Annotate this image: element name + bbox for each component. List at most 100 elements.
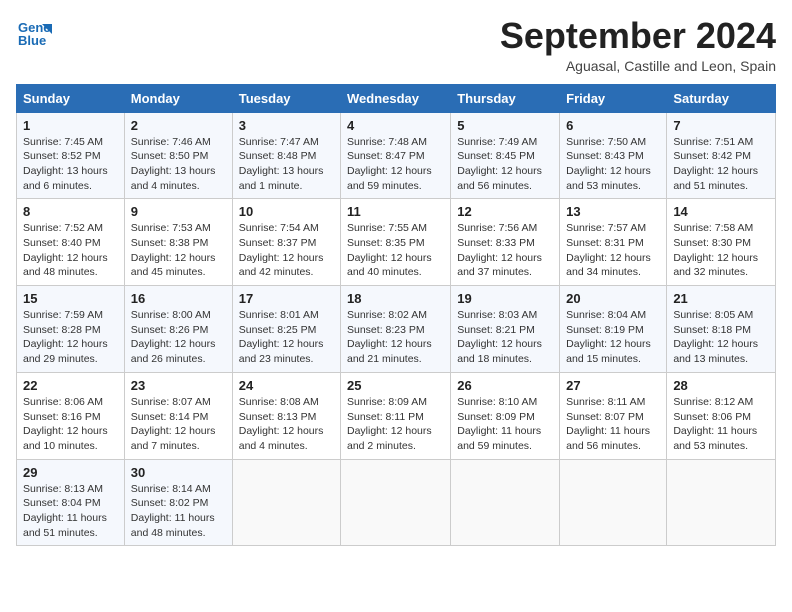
calendar-week-row: 8 Sunrise: 7:52 AMSunset: 8:40 PMDaylight…	[17, 199, 776, 286]
cell-details: Sunrise: 8:11 AMSunset: 8:07 PMDaylight:…	[566, 395, 660, 454]
cell-details: Sunrise: 7:53 AMSunset: 8:38 PMDaylight:…	[131, 221, 226, 280]
location-subtitle: Aguasal, Castille and Leon, Spain	[500, 58, 776, 74]
day-number: 3	[239, 118, 334, 133]
col-header-wednesday: Wednesday	[341, 84, 451, 112]
day-number: 29	[23, 465, 118, 480]
cell-details: Sunrise: 8:05 AMSunset: 8:18 PMDaylight:…	[673, 308, 769, 367]
cell-details: Sunrise: 7:51 AMSunset: 8:42 PMDaylight:…	[673, 135, 769, 194]
day-number: 28	[673, 378, 769, 393]
day-number: 25	[347, 378, 444, 393]
cell-details: Sunrise: 7:59 AMSunset: 8:28 PMDaylight:…	[23, 308, 118, 367]
day-number: 30	[131, 465, 226, 480]
calendar-cell	[232, 459, 340, 546]
cell-details: Sunrise: 7:46 AMSunset: 8:50 PMDaylight:…	[131, 135, 226, 194]
col-header-thursday: Thursday	[451, 84, 560, 112]
calendar-cell: 1 Sunrise: 7:45 AMSunset: 8:52 PMDaylight…	[17, 112, 125, 199]
calendar-cell: 5Sunrise: 7:49 AMSunset: 8:45 PMDaylight…	[451, 112, 560, 199]
day-number: 12	[457, 204, 553, 219]
cell-details: Sunrise: 7:45 AMSunset: 8:52 PMDaylight:…	[23, 135, 118, 194]
calendar-cell	[341, 459, 451, 546]
col-header-friday: Friday	[560, 84, 667, 112]
day-number: 7	[673, 118, 769, 133]
cell-details: Sunrise: 7:57 AMSunset: 8:31 PMDaylight:…	[566, 221, 660, 280]
logo: General Blue	[16, 16, 52, 52]
calendar-cell: 12 Sunrise: 7:56 AMSunset: 8:33 PMDayligh…	[451, 199, 560, 286]
day-number: 16	[131, 291, 226, 306]
calendar-cell: 4 Sunrise: 7:48 AMSunset: 8:47 PMDaylight…	[341, 112, 451, 199]
calendar-week-row: 15Sunrise: 7:59 AMSunset: 8:28 PMDayligh…	[17, 286, 776, 373]
cell-details: Sunrise: 7:52 AMSunset: 8:40 PMDaylight:…	[23, 221, 118, 280]
cell-details: Sunrise: 7:49 AMSunset: 8:45 PMDaylight:…	[457, 135, 553, 194]
cell-details: Sunrise: 7:50 AMSunset: 8:43 PMDaylight:…	[566, 135, 660, 194]
month-title: September 2024	[500, 16, 776, 56]
day-number: 27	[566, 378, 660, 393]
calendar-cell: 3 Sunrise: 7:47 AMSunset: 8:48 PMDaylight…	[232, 112, 340, 199]
page-header: General Blue September 2024 Aguasal, Cas…	[16, 16, 776, 74]
cell-details: Sunrise: 7:48 AMSunset: 8:47 PMDaylight:…	[347, 135, 444, 194]
cell-details: Sunrise: 8:02 AMSunset: 8:23 PMDaylight:…	[347, 308, 444, 367]
cell-details: Sunrise: 8:01 AMSunset: 8:25 PMDaylight:…	[239, 308, 334, 367]
calendar-cell: 6 Sunrise: 7:50 AMSunset: 8:43 PMDaylight…	[560, 112, 667, 199]
day-number: 8	[23, 204, 118, 219]
calendar-cell: 11 Sunrise: 7:55 AMSunset: 8:35 PMDayligh…	[341, 199, 451, 286]
cell-details: Sunrise: 8:10 AMSunset: 8:09 PMDaylight:…	[457, 395, 553, 454]
cell-details: Sunrise: 7:55 AMSunset: 8:35 PMDaylight:…	[347, 221, 444, 280]
calendar-cell: 14Sunrise: 7:58 AMSunset: 8:30 PMDayligh…	[667, 199, 776, 286]
cell-details: Sunrise: 7:47 AMSunset: 8:48 PMDaylight:…	[239, 135, 334, 194]
cell-details: Sunrise: 8:04 AMSunset: 8:19 PMDaylight:…	[566, 308, 660, 367]
day-number: 20	[566, 291, 660, 306]
calendar-cell: 13 Sunrise: 7:57 AMSunset: 8:31 PMDayligh…	[560, 199, 667, 286]
calendar-cell: 15Sunrise: 7:59 AMSunset: 8:28 PMDayligh…	[17, 286, 125, 373]
day-number: 14	[673, 204, 769, 219]
title-block: September 2024 Aguasal, Castille and Leo…	[500, 16, 776, 74]
cell-details: Sunrise: 8:14 AMSunset: 8:02 PMDaylight:…	[131, 482, 226, 541]
calendar-cell: 17Sunrise: 8:01 AMSunset: 8:25 PMDayligh…	[232, 286, 340, 373]
svg-text:Blue: Blue	[18, 33, 46, 48]
day-number: 4	[347, 118, 444, 133]
day-number: 23	[131, 378, 226, 393]
calendar-cell: 10 Sunrise: 7:54 AMSunset: 8:37 PMDayligh…	[232, 199, 340, 286]
cell-details: Sunrise: 8:07 AMSunset: 8:14 PMDaylight:…	[131, 395, 226, 454]
day-number: 9	[131, 204, 226, 219]
day-number: 19	[457, 291, 553, 306]
col-header-tuesday: Tuesday	[232, 84, 340, 112]
day-number: 13	[566, 204, 660, 219]
calendar-cell: 19Sunrise: 8:03 AMSunset: 8:21 PMDayligh…	[451, 286, 560, 373]
col-header-monday: Monday	[124, 84, 232, 112]
calendar-cell: 25 Sunrise: 8:09 AMSunset: 8:11 PMDayligh…	[341, 372, 451, 459]
day-number: 10	[239, 204, 334, 219]
day-number: 11	[347, 204, 444, 219]
day-number: 1	[23, 118, 118, 133]
col-header-saturday: Saturday	[667, 84, 776, 112]
day-number: 26	[457, 378, 553, 393]
calendar-cell: 18 Sunrise: 8:02 AMSunset: 8:23 PMDayligh…	[341, 286, 451, 373]
calendar-cell: 23 Sunrise: 8:07 AMSunset: 8:14 PMDayligh…	[124, 372, 232, 459]
cell-details: Sunrise: 8:06 AMSunset: 8:16 PMDaylight:…	[23, 395, 118, 454]
day-number: 18	[347, 291, 444, 306]
calendar-cell: 27 Sunrise: 8:11 AMSunset: 8:07 PMDayligh…	[560, 372, 667, 459]
calendar-cell: 8 Sunrise: 7:52 AMSunset: 8:40 PMDaylight…	[17, 199, 125, 286]
calendar-week-row: 22Sunrise: 8:06 AMSunset: 8:16 PMDayligh…	[17, 372, 776, 459]
day-number: 2	[131, 118, 226, 133]
calendar-cell: 24Sunrise: 8:08 AMSunset: 8:13 PMDayligh…	[232, 372, 340, 459]
cell-details: Sunrise: 8:13 AMSunset: 8:04 PMDaylight:…	[23, 482, 118, 541]
calendar-table: SundayMondayTuesdayWednesdayThursdayFrid…	[16, 84, 776, 547]
cell-details: Sunrise: 7:54 AMSunset: 8:37 PMDaylight:…	[239, 221, 334, 280]
calendar-cell: 21 Sunrise: 8:05 AMSunset: 8:18 PMDayligh…	[667, 286, 776, 373]
cell-details: Sunrise: 7:56 AMSunset: 8:33 PMDaylight:…	[457, 221, 553, 280]
calendar-cell: 16 Sunrise: 8:00 AMSunset: 8:26 PMDayligh…	[124, 286, 232, 373]
calendar-cell: 2 Sunrise: 7:46 AMSunset: 8:50 PMDaylight…	[124, 112, 232, 199]
calendar-cell: 26 Sunrise: 8:10 AMSunset: 8:09 PMDayligh…	[451, 372, 560, 459]
cell-details: Sunrise: 8:09 AMSunset: 8:11 PMDaylight:…	[347, 395, 444, 454]
calendar-week-row: 29 Sunrise: 8:13 AMSunset: 8:04 PMDayligh…	[17, 459, 776, 546]
calendar-cell: 22Sunrise: 8:06 AMSunset: 8:16 PMDayligh…	[17, 372, 125, 459]
day-number: 21	[673, 291, 769, 306]
calendar-header-row: SundayMondayTuesdayWednesdayThursdayFrid…	[17, 84, 776, 112]
day-number: 6	[566, 118, 660, 133]
col-header-sunday: Sunday	[17, 84, 125, 112]
cell-details: Sunrise: 8:00 AMSunset: 8:26 PMDaylight:…	[131, 308, 226, 367]
day-number: 24	[239, 378, 334, 393]
calendar-cell	[667, 459, 776, 546]
calendar-cell: 20 Sunrise: 8:04 AMSunset: 8:19 PMDayligh…	[560, 286, 667, 373]
cell-details: Sunrise: 8:12 AMSunset: 8:06 PMDaylight:…	[673, 395, 769, 454]
